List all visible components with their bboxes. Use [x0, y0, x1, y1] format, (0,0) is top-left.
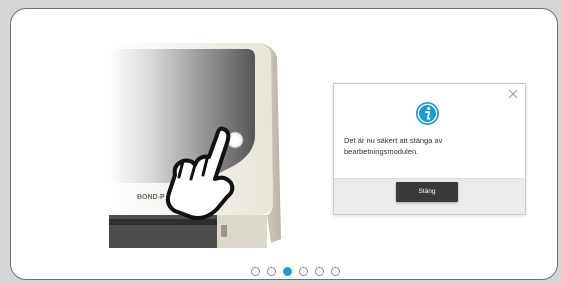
- carousel-pager: [251, 267, 340, 278]
- pager-dot-1[interactable]: [251, 267, 260, 276]
- pager-dot-5[interactable]: [315, 267, 324, 276]
- hand-press-icon: [165, 126, 235, 220]
- pager-dot-3[interactable]: [283, 267, 292, 276]
- pager-dot-2[interactable]: [267, 267, 276, 276]
- info-icon: [415, 101, 440, 126]
- pager-dot-4[interactable]: [299, 267, 308, 276]
- close-icon[interactable]: [507, 88, 519, 100]
- info-dialog: Det är nu säkert att stänga av bearbetni…: [333, 83, 526, 215]
- pager-dot-6[interactable]: [331, 267, 340, 276]
- close-button[interactable]: Stäng: [396, 182, 458, 202]
- carousel-frame: BOND-P Det är nu säkert att stänga av be…: [10, 8, 558, 280]
- dialog-message: Det är nu säkert att stänga av bearbetni…: [344, 136, 443, 156]
